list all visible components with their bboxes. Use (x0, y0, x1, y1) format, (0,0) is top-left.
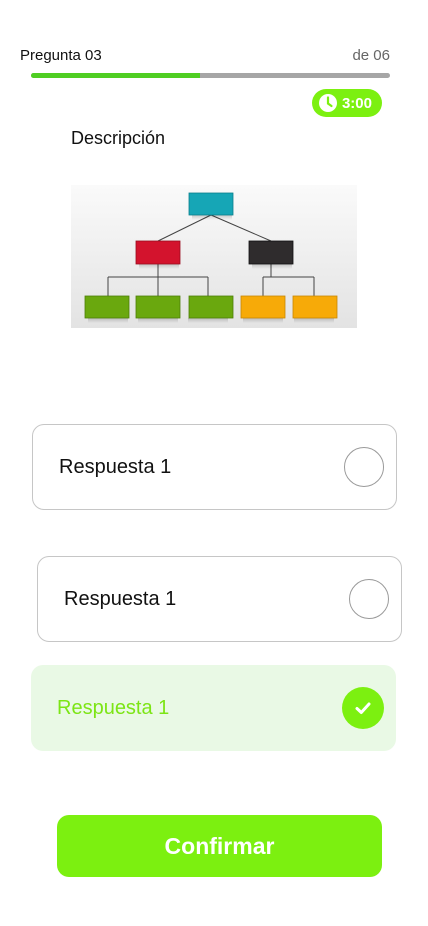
answer-option-2[interactable]: Respuesta 1 (37, 556, 402, 642)
progress-bar-fill (31, 73, 200, 78)
radio-unchecked-icon[interactable] (344, 447, 384, 487)
quiz-screen: Pregunta 03 de 06 3:00 Descripción Respu… (0, 0, 428, 926)
question-image (71, 185, 357, 328)
confirm-button[interactable]: Confirmar (57, 815, 382, 877)
progress-bar (31, 73, 390, 78)
answer-option-3[interactable]: Respuesta 1 (31, 665, 396, 751)
question-description: Descripción (71, 128, 166, 148)
timer-value: 3:00 (341, 94, 372, 112)
answer-option-label: Respuesta 1 (64, 587, 177, 610)
question-total: de 06 (352, 47, 390, 64)
answer-option-1[interactable]: Respuesta 1 (32, 424, 397, 510)
radio-unchecked-icon[interactable] (349, 579, 389, 619)
question-counter: Pregunta 03 (20, 47, 102, 64)
timer-badge: 3:00 (311, 89, 382, 117)
check-icon[interactable] (342, 687, 384, 729)
clock-icon (318, 93, 338, 113)
answer-option-label: Respuesta 1 (57, 696, 170, 719)
answer-option-label: Respuesta 1 (59, 455, 172, 478)
